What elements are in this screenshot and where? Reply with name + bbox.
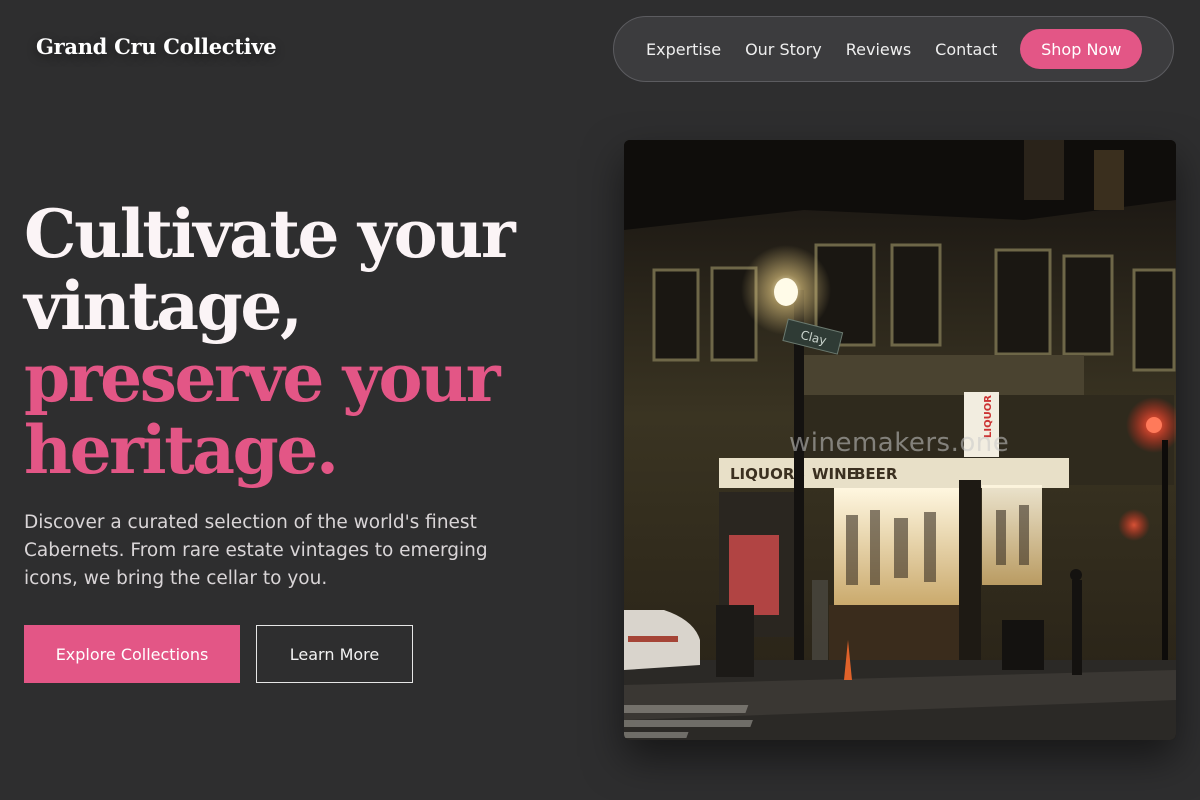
explore-collections-button[interactable]: Explore Collections: [24, 625, 240, 683]
nav-link-our-story[interactable]: Our Story: [745, 40, 822, 59]
headline-line-2: vintage,: [24, 267, 303, 345]
shop-sign-wine: WINE: [812, 465, 857, 483]
hero-photo: LIQUORS WINE BEER LIQUOR Clay winemakers…: [624, 140, 1176, 740]
shop-sign-beer: BEER: [854, 465, 898, 483]
image-watermark: winemakers.one: [789, 428, 1010, 458]
top-nav: Expertise Our Story Reviews Contact Shop…: [613, 16, 1174, 82]
headline-accent-line-1: preserve your: [24, 339, 500, 417]
shop-now-button[interactable]: Shop Now: [1020, 29, 1142, 69]
nav-link-reviews[interactable]: Reviews: [846, 40, 911, 59]
brand-logo[interactable]: Grand Cru Collective: [36, 34, 277, 59]
shop-sign-liquors: LIQUORS: [730, 465, 805, 483]
learn-more-button[interactable]: Learn More: [256, 625, 413, 683]
nav-link-expertise[interactable]: Expertise: [646, 40, 721, 59]
nav-link-contact[interactable]: Contact: [935, 40, 997, 59]
hero-headline: Cultivate your vintage, preserve your he…: [24, 198, 584, 486]
headline-accent-line-2: heritage.: [24, 411, 339, 489]
headline-line-1: Cultivate your: [24, 195, 516, 273]
hero-description: Discover a curated selection of the worl…: [24, 512, 488, 589]
